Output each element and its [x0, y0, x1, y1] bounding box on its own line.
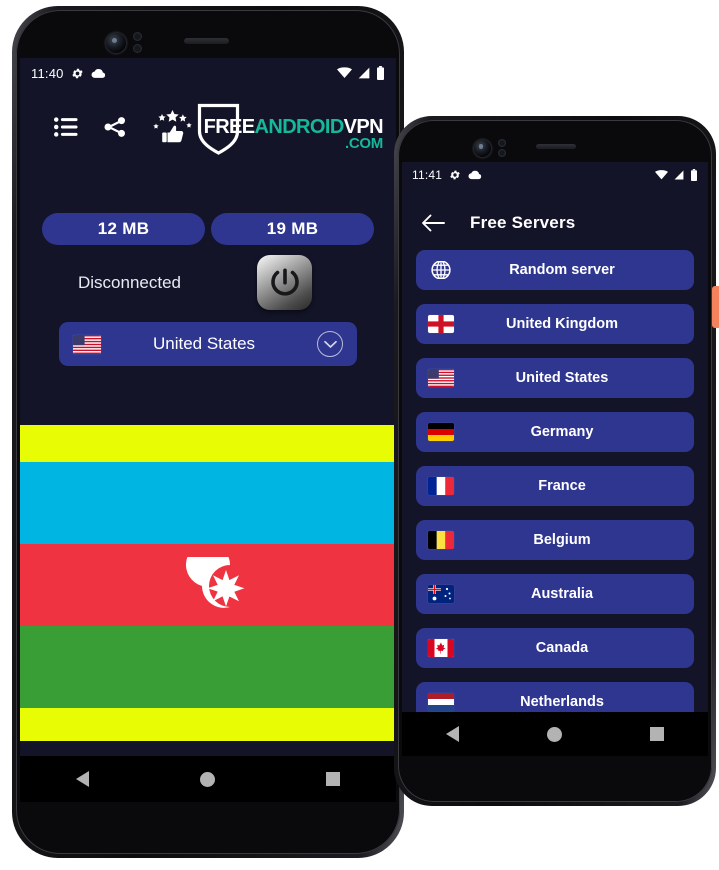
azerbaijan-flag[interactable] [20, 462, 396, 708]
list-item-label: Random server [509, 262, 615, 278]
nl-flag-icon [428, 693, 454, 711]
signal-icon [358, 67, 370, 79]
list-item-belgium[interactable]: Belgium [416, 520, 694, 560]
data-usage-row: 12 MB 19 MB [20, 213, 396, 245]
gear-icon [450, 170, 460, 180]
phone2-app-bar: Free Servers [402, 196, 708, 250]
phone1-nav-bar [20, 756, 396, 802]
phone-1-screen: 11:40 FREEANDROIDVPN .COM 12 MB 19 MB Di… [20, 58, 396, 802]
logo-free: FREE [203, 116, 256, 138]
list-item-australia[interactable]: Australia [416, 574, 694, 614]
earpiece-speaker [184, 38, 229, 44]
us-flag-icon [73, 334, 101, 354]
phone-2-screen: 11:41 Free Servers Random server United … [402, 162, 708, 756]
list-item-france[interactable]: France [416, 466, 694, 506]
front-camera-icon [106, 33, 126, 53]
battery-icon [377, 66, 384, 80]
connection-status: Disconnected [78, 273, 182, 292]
us-flag-icon [428, 369, 454, 387]
battery-icon [691, 169, 697, 181]
list-item-canada[interactable]: Canada [416, 628, 694, 668]
phone1-toolbar: FREEANDROIDVPN .COM [20, 96, 396, 168]
wifi-icon [655, 170, 668, 180]
phone1-status-bar: 11:40 [20, 58, 396, 88]
ad-banner-bottom-bar[interactable] [20, 708, 396, 741]
ad-banner-top-bar[interactable] [20, 425, 396, 462]
signal-icon [674, 170, 684, 180]
phone2-status-bar: 11:41 [402, 162, 708, 188]
share-icon[interactable] [103, 115, 127, 144]
flag-stripe-blue [20, 462, 396, 544]
list-item-label: United States [515, 370, 609, 386]
wifi-icon [337, 67, 352, 78]
home-circle-icon[interactable] [547, 726, 562, 742]
phone2-nav-bar [402, 712, 708, 756]
be-flag-icon [428, 531, 454, 549]
logo-android: ANDROID [254, 116, 345, 138]
gear-icon [71, 68, 83, 78]
selected-server-label: United States [152, 334, 256, 353]
list-item-united-kingdom[interactable]: United Kingdom [416, 304, 694, 344]
status-time: 11:40 [31, 65, 64, 81]
front-camera-icon [474, 140, 491, 157]
rate-icon[interactable] [152, 110, 194, 149]
proximity-sensor-icon [498, 139, 506, 147]
app-logo: FREEANDROIDVPN .COM [197, 103, 384, 157]
light-sensor-icon [498, 149, 506, 157]
server-select-button[interactable]: United States [59, 322, 357, 366]
page-title: Free Servers [470, 213, 576, 232]
back-arrow-icon[interactable] [420, 210, 446, 236]
recents-square-icon[interactable] [326, 772, 341, 786]
globe-icon [428, 261, 454, 279]
earpiece-speaker [536, 144, 576, 149]
de-flag-icon [428, 423, 454, 441]
uk-flag-icon [428, 315, 454, 333]
list-item-united-states[interactable]: United States [416, 358, 694, 398]
edge-accent-strip[interactable] [712, 286, 719, 328]
cloud-icon [468, 170, 482, 180]
back-triangle-icon[interactable] [75, 771, 89, 787]
fr-flag-icon [428, 477, 454, 495]
list-item-label: France [538, 478, 586, 494]
cloud-icon [91, 68, 105, 78]
back-triangle-icon[interactable] [446, 726, 459, 742]
download-usage-pill: 12 MB [42, 213, 205, 245]
flag-stripe-green [20, 626, 396, 708]
power-button[interactable] [257, 255, 312, 310]
power-icon [270, 268, 299, 296]
upload-usage-pill: 19 MB [211, 213, 374, 245]
status-time: 11:41 [412, 168, 443, 182]
crescent-star-emblem [186, 557, 245, 608]
home-circle-icon[interactable] [199, 771, 215, 787]
ca-flag-icon [428, 639, 454, 657]
proximity-sensor-icon [133, 32, 142, 41]
list-item-label: Germany [530, 424, 594, 440]
list-item-label: Belgium [533, 532, 591, 548]
server-list: Random server United Kingdom United Stat… [402, 250, 708, 756]
list-item-label: Netherlands [520, 694, 604, 710]
chevron-down-icon[interactable] [317, 331, 343, 357]
recents-square-icon[interactable] [650, 727, 664, 741]
light-sensor-icon [133, 44, 142, 53]
list-item-label: United Kingdom [506, 316, 618, 332]
connection-row: Disconnected [20, 255, 396, 317]
list-item-label: Australia [530, 586, 594, 602]
logo-dotcom: .COM [345, 135, 383, 152]
list-icon[interactable] [54, 116, 78, 143]
list-item-random-server[interactable]: Random server [416, 250, 694, 290]
logo-wordmark: FREEANDROIDVPN .COM [203, 103, 384, 152]
list-item-germany[interactable]: Germany [416, 412, 694, 452]
list-item-label: Canada [535, 640, 589, 656]
au-flag-icon [428, 585, 454, 603]
